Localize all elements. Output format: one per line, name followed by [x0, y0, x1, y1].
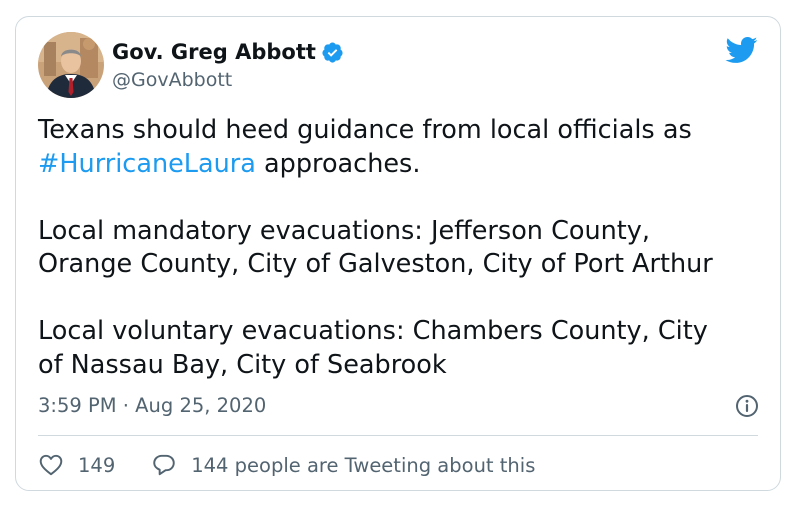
tweet-paragraph-mandatory: Local mandatory evacuations: Jefferson C… — [38, 215, 768, 282]
mandatory-line-1: Local mandatory evacuations: Jefferson C… — [38, 215, 650, 246]
tweet-timestamp[interactable]: 3:59 PM · Aug 25, 2020 — [38, 394, 266, 418]
tweet-card[interactable]: Gov. Greg Abbott @GovAbbott Texans shoul… — [15, 16, 781, 491]
author-name[interactable]: Gov. Greg Abbott — [112, 39, 316, 65]
twitter-bird-icon[interactable] — [724, 36, 758, 64]
action-bar: 149 144 people are Tweeting about this — [38, 451, 535, 479]
tweet-paragraph-voluntary: Local voluntary evacuations: Chambers Co… — [38, 315, 768, 382]
voluntary-line-1: Local voluntary evacuations: Chambers Co… — [38, 316, 708, 346]
like-button[interactable]: 149 — [38, 452, 115, 478]
mandatory-line-2: Orange County, City of Galveston, City o… — [38, 249, 713, 279]
tweeting-about-text: 144 people are Tweeting about this — [191, 453, 536, 477]
heart-icon — [39, 454, 63, 476]
tweet-intro-text: Texans should heed guidance from local o… — [38, 115, 692, 145]
tweet-intro-tail: approaches. — [255, 148, 421, 179]
voluntary-line-2: of Nassau Bay, City of Seabrook — [38, 349, 447, 380]
avatar-image — [38, 32, 104, 98]
speech-bubble-icon — [153, 454, 175, 476]
divider — [38, 435, 758, 436]
info-icon[interactable] — [735, 394, 759, 418]
tweet-paragraph-intro: Texans should heed guidance from local o… — [38, 114, 768, 181]
verified-badge-icon — [321, 41, 344, 64]
hashtag-link[interactable]: #HurricaneLaura — [38, 149, 256, 179]
reply-button[interactable]: 144 people are Tweeting about this — [151, 452, 535, 478]
author-handle[interactable]: @GovAbbott — [112, 68, 232, 92]
tweet-body: Texans should heed guidance from local o… — [38, 114, 768, 382]
avatar[interactable] — [38, 32, 104, 98]
like-count: 149 — [78, 453, 116, 477]
